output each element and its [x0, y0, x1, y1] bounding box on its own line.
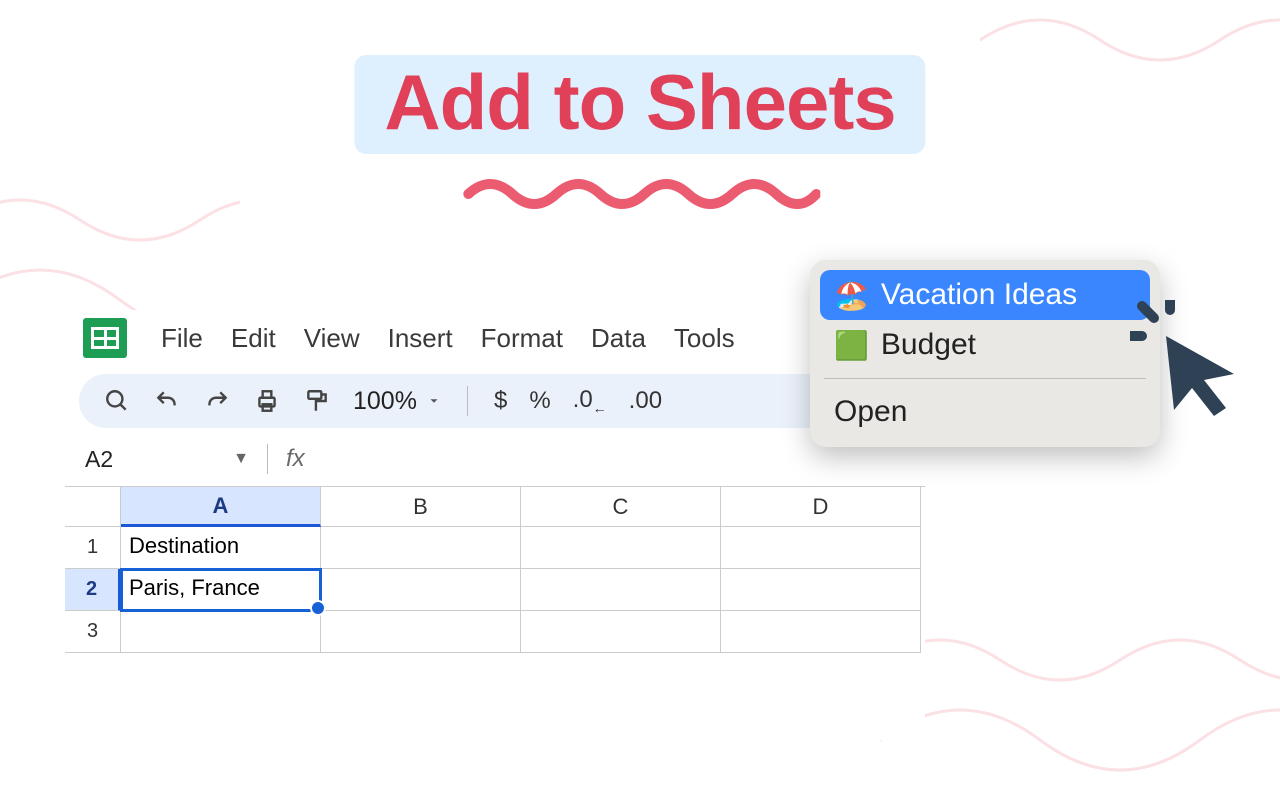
column-header-row: A B C D: [65, 487, 925, 527]
cell-b3[interactable]: [321, 611, 521, 653]
context-menu: 🏖️ Vacation Ideas 🟩 Budget Open: [810, 260, 1160, 447]
toolbar-divider: [467, 386, 468, 416]
page-title: Add to Sheets: [354, 55, 925, 154]
row-header-3[interactable]: 3: [65, 611, 121, 653]
context-menu-item-label: Budget: [881, 328, 976, 362]
decorative-wave: [880, 620, 1280, 800]
fx-label: fx: [286, 445, 305, 473]
cell-a3[interactable]: [121, 611, 321, 653]
zoom-value: 100%: [353, 387, 417, 416]
cell-c1[interactable]: [521, 527, 721, 569]
row-header-2[interactable]: 2: [65, 569, 121, 611]
column-header-c[interactable]: C: [521, 487, 721, 527]
column-header-d[interactable]: D: [721, 487, 921, 527]
context-menu-item-budget[interactable]: 🟩 Budget: [820, 320, 1150, 370]
cursor-click-icon: [1130, 300, 1250, 425]
menubar: File Edit View Insert Format Data Tools: [65, 310, 925, 368]
chevron-down-icon: [427, 394, 441, 408]
cell-c2[interactable]: [521, 569, 721, 611]
select-all-corner[interactable]: [65, 487, 121, 527]
formula-bar-row: A2 ▼ fx: [65, 428, 925, 484]
cell-d3[interactable]: [721, 611, 921, 653]
cell-a1[interactable]: Destination: [121, 527, 321, 569]
column-header-b[interactable]: B: [321, 487, 521, 527]
currency-button[interactable]: $: [494, 387, 507, 415]
menu-format[interactable]: Format: [481, 323, 563, 354]
menu-data[interactable]: Data: [591, 323, 646, 354]
context-menu-item-vacation-ideas[interactable]: 🏖️ Vacation Ideas: [820, 270, 1150, 320]
menu-separator: [824, 378, 1146, 379]
column-header-a[interactable]: A: [121, 487, 321, 527]
beach-umbrella-icon: 🏖️: [834, 279, 869, 312]
green-square-icon: 🟩: [834, 329, 869, 362]
menu-view[interactable]: View: [304, 323, 360, 354]
undo-icon[interactable]: [153, 387, 181, 415]
chevron-down-icon: ▼: [233, 450, 249, 468]
decrease-decimals-button[interactable]: .0←: [573, 386, 607, 416]
grid-row: 2 Paris, France: [65, 569, 925, 611]
row-header-1[interactable]: 1: [65, 527, 121, 569]
page-title-wrap: Add to Sheets: [354, 55, 925, 215]
redo-icon[interactable]: [203, 387, 231, 415]
cell-c3[interactable]: [521, 611, 721, 653]
cell-d1[interactable]: [721, 527, 921, 569]
spreadsheet-grid: A B C D 1 Destination 2 Paris, France 3: [65, 486, 925, 653]
cell-a2[interactable]: Paris, France: [121, 569, 321, 611]
context-menu-item-label: Open: [834, 395, 907, 429]
context-menu-item-label: Vacation Ideas: [881, 278, 1077, 312]
menu-insert[interactable]: Insert: [388, 323, 453, 354]
cell-b2[interactable]: [321, 569, 521, 611]
percent-button[interactable]: %: [529, 387, 550, 415]
menu-tools[interactable]: Tools: [674, 323, 735, 354]
paint-format-icon[interactable]: [303, 387, 331, 415]
divider: [267, 444, 268, 474]
grid-row: 1 Destination: [65, 527, 925, 569]
decrease-decimals-label: .0: [573, 386, 593, 413]
menu-file[interactable]: File: [161, 323, 203, 354]
sheets-logo-icon: [83, 318, 127, 358]
increase-decimals-button[interactable]: .00: [629, 387, 662, 415]
zoom-dropdown[interactable]: 100%: [353, 387, 441, 416]
menu-edit[interactable]: Edit: [231, 323, 276, 354]
cell-d2[interactable]: [721, 569, 921, 611]
search-icon[interactable]: [103, 387, 131, 415]
sheets-window: File Edit View Insert Format Data Tools …: [65, 310, 925, 740]
toolbar: 100% $ % .0← .00: [79, 374, 911, 428]
title-squiggle: [354, 172, 925, 215]
context-menu-item-open[interactable]: Open: [820, 387, 1150, 437]
name-box[interactable]: A2 ▼: [79, 446, 249, 473]
cell-b1[interactable]: [321, 527, 521, 569]
print-icon[interactable]: [253, 387, 281, 415]
decorative-wave: [980, 0, 1280, 120]
grid-row: 3: [65, 611, 925, 653]
name-box-value: A2: [85, 446, 113, 473]
